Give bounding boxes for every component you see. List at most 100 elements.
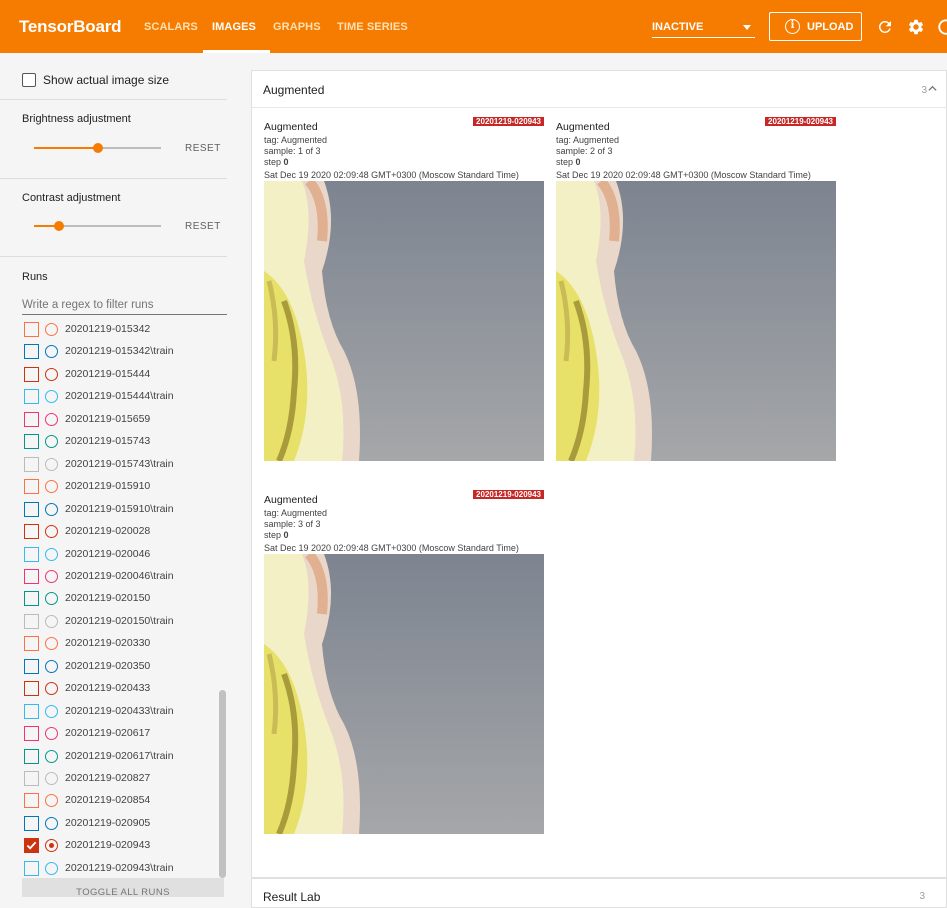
run-checkbox[interactable]: [24, 838, 39, 854]
refresh-icon[interactable]: [876, 18, 894, 36]
run-checkbox[interactable]: [24, 366, 39, 382]
run-checkbox[interactable]: [24, 591, 39, 607]
brightness-reset-button[interactable]: RESET: [185, 143, 221, 154]
gear-icon[interactable]: [907, 18, 925, 36]
run-row[interactable]: 20201219-015659: [24, 411, 224, 428]
step-label: step: [556, 157, 574, 167]
run-row[interactable]: 20201219-015444\train: [24, 389, 224, 405]
card-header[interactable]: Augmented 3: [252, 71, 947, 108]
run-checkbox[interactable]: [24, 501, 39, 517]
run-color-radio[interactable]: [45, 345, 58, 359]
run-checkbox[interactable]: [24, 434, 39, 450]
run-color-radio[interactable]: [45, 323, 58, 336]
run-checkbox[interactable]: [24, 658, 39, 674]
augmented-image[interactable]: [556, 181, 836, 461]
run-checkbox[interactable]: [24, 636, 39, 652]
run-checkbox[interactable]: [24, 389, 39, 405]
run-row[interactable]: 20201219-015910: [24, 479, 224, 495]
run-color-radio[interactable]: [45, 435, 58, 449]
run-color-radio[interactable]: [45, 480, 58, 494]
run-row[interactable]: 20201219-020028: [24, 524, 224, 540]
run-row[interactable]: 20201219-020854: [24, 793, 224, 809]
run-color-radio[interactable]: [45, 412, 58, 426]
toggle-all-runs-button[interactable]: TOGGLE ALL RUNS: [22, 878, 224, 897]
run-row[interactable]: 20201219-015342\train: [24, 344, 224, 360]
run-color-radio[interactable]: [45, 772, 58, 785]
run-checkbox[interactable]: [24, 681, 39, 697]
run-color-radio[interactable]: [45, 839, 58, 853]
run-row[interactable]: 20201219-020905: [24, 815, 224, 832]
run-checkbox[interactable]: [24, 815, 39, 831]
augmented-image[interactable]: [264, 554, 544, 834]
upload-button[interactable]: i UPLOAD: [769, 12, 862, 41]
run-checkbox[interactable]: [24, 411, 39, 427]
run-row[interactable]: 20201219-015743\train: [24, 456, 224, 473]
run-checkbox[interactable]: [24, 613, 39, 629]
augmented-image[interactable]: [264, 181, 544, 461]
run-color-radio[interactable]: [45, 816, 58, 830]
run-color-radio[interactable]: [45, 794, 58, 808]
tab-scalars[interactable]: SCALARS: [144, 21, 198, 33]
plugin-select[interactable]: INACTIVE: [652, 16, 755, 38]
run-color-radio[interactable]: [45, 457, 58, 471]
run-checkbox[interactable]: [24, 860, 39, 876]
run-row[interactable]: 20201219-020617\train: [24, 748, 224, 765]
show-actual-size-checkbox[interactable]: [22, 73, 36, 87]
run-checkbox[interactable]: [24, 479, 39, 495]
run-checkbox[interactable]: [24, 456, 39, 472]
run-row[interactable]: 20201219-020150: [24, 591, 224, 607]
run-name: 20201219-020150: [65, 592, 151, 605]
run-color-radio[interactable]: [45, 749, 58, 763]
brightness-slider-thumb[interactable]: [92, 143, 103, 153]
run-checkbox[interactable]: [24, 748, 39, 764]
run-color-radio[interactable]: [45, 614, 58, 628]
run-color-radio[interactable]: [45, 637, 58, 651]
run-row[interactable]: 20201219-015910\train: [24, 501, 224, 518]
run-checkbox[interactable]: [24, 703, 39, 719]
contrast-slider-thumb[interactable]: [54, 221, 65, 231]
run-row[interactable]: 20201219-020827: [24, 771, 224, 787]
run-color-radio[interactable]: [45, 861, 58, 875]
run-row[interactable]: 20201219-020046: [24, 546, 224, 563]
tab-images[interactable]: IMAGES: [212, 21, 256, 33]
run-color-radio[interactable]: [45, 525, 58, 539]
run-color-radio[interactable]: [45, 592, 58, 606]
run-checkbox[interactable]: [24, 793, 39, 809]
sidebar-scrollbar[interactable]: [219, 690, 226, 878]
run-color-radio[interactable]: [45, 502, 58, 516]
tab-time-series[interactable]: TIME SERIES: [337, 21, 408, 33]
chevron-up-icon[interactable]: [928, 84, 937, 93]
run-checkbox[interactable]: [24, 546, 39, 562]
run-color-radio[interactable]: [45, 569, 58, 583]
tab-graphs[interactable]: GRAPHS: [273, 21, 321, 33]
run-row[interactable]: 20201219-020433\train: [24, 703, 224, 720]
run-color-radio[interactable]: [45, 704, 58, 718]
run-checkbox[interactable]: [24, 524, 39, 540]
run-row[interactable]: 20201219-020350: [24, 658, 224, 675]
run-checkbox[interactable]: [24, 726, 39, 742]
run-row[interactable]: 20201219-020150\train: [24, 613, 224, 630]
help-icon[interactable]: [937, 18, 947, 36]
run-color-radio[interactable]: [45, 727, 58, 741]
run-row[interactable]: 20201219-015342: [24, 322, 224, 338]
run-row[interactable]: 20201219-015444: [24, 366, 224, 383]
run-checkbox[interactable]: [24, 322, 39, 337]
run-row[interactable]: 20201219-020943: [24, 838, 224, 854]
next-card-header[interactable]: Result Lab 3: [251, 878, 947, 908]
contrast-reset-button[interactable]: RESET: [185, 221, 221, 232]
run-filter-input[interactable]: [22, 296, 227, 315]
run-row[interactable]: 20201219-020617: [24, 726, 224, 742]
run-row[interactable]: 20201219-015743: [24, 434, 224, 450]
run-row[interactable]: 20201219-020330: [24, 636, 224, 652]
run-checkbox[interactable]: [24, 771, 39, 786]
run-color-radio[interactable]: [45, 390, 58, 404]
run-checkbox[interactable]: [24, 568, 39, 584]
run-row[interactable]: 20201219-020433: [24, 681, 224, 697]
run-color-radio[interactable]: [45, 659, 58, 673]
run-color-radio[interactable]: [45, 367, 58, 381]
run-checkbox[interactable]: [24, 344, 39, 360]
run-color-radio[interactable]: [45, 547, 58, 561]
run-row[interactable]: 20201219-020943\train: [24, 860, 224, 877]
run-color-radio[interactable]: [45, 682, 58, 696]
run-row[interactable]: 20201219-020046\train: [24, 568, 224, 585]
